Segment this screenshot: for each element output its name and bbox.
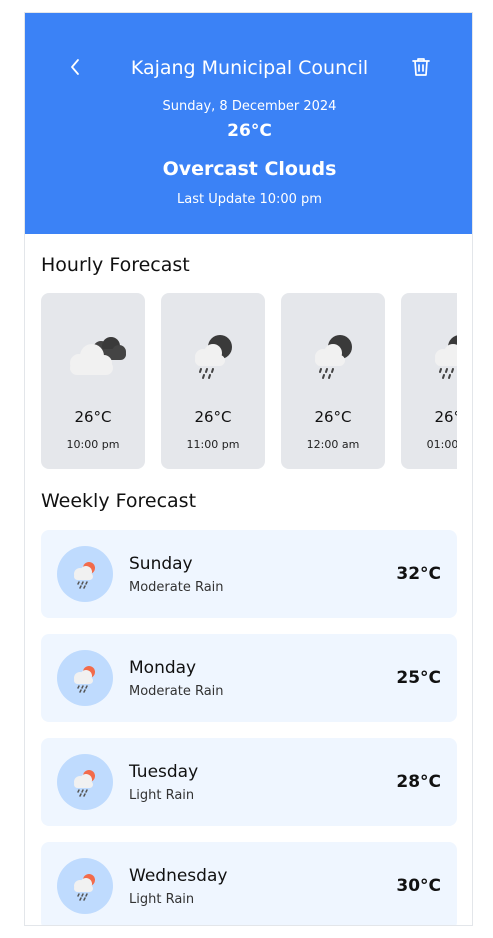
location-title: Kajang Municipal Council <box>130 57 369 79</box>
hourly-item[interactable]: 26°C 11:00 pm <box>161 293 265 469</box>
hourly-temperature: 26°C <box>314 408 352 426</box>
rain-day-icon <box>74 874 95 901</box>
hourly-time: 01:00 am <box>426 438 457 451</box>
day-condition: Light Rain <box>129 788 195 803</box>
day-name: Sunday <box>129 554 193 574</box>
weather-icon-circle <box>57 754 113 810</box>
hourly-temperature: 26°C <box>194 408 232 426</box>
weather-icon-circle <box>57 546 113 602</box>
day-condition: Moderate Rain <box>129 580 224 595</box>
rain-night-icon <box>315 335 352 379</box>
day-name: Wednesday <box>129 866 228 886</box>
rain-night-icon <box>195 335 232 379</box>
day-name: Monday <box>129 658 197 678</box>
day-temperature: 28°C <box>396 772 441 792</box>
rain-night-icon <box>435 335 457 379</box>
current-date: Sunday, 8 December 2024 <box>162 99 337 114</box>
last-update: Last Update 10:00 pm <box>177 192 322 207</box>
day-name: Tuesday <box>129 762 199 782</box>
weekly-item[interactable]: Monday Moderate Rain 25°C <box>41 634 457 722</box>
current-condition: Overcast Clouds <box>162 158 337 180</box>
weather-icon-circle <box>57 650 113 706</box>
overcast-clouds-night-icon <box>70 337 126 375</box>
day-condition: Moderate Rain <box>129 684 224 699</box>
day-temperature: 32°C <box>396 564 441 584</box>
current-temperature: 26°C <box>227 121 272 141</box>
hourly-temperature: 26°C <box>434 408 457 426</box>
day-temperature: 30°C <box>396 876 441 896</box>
delete-button[interactable] <box>409 55 433 79</box>
hourly-time: 10:00 pm <box>66 438 120 451</box>
weather-header: Kajang Municipal Council Sunday, 8 Decem… <box>25 13 472 234</box>
day-condition: Light Rain <box>129 892 195 907</box>
weekly-forecast-title: Weekly Forecast <box>41 490 197 512</box>
rain-day-icon <box>74 666 95 693</box>
weekly-item[interactable]: Wednesday Light Rain 30°C <box>41 842 457 925</box>
weather-icon-circle <box>57 858 113 914</box>
rain-day-icon <box>74 562 95 589</box>
trash-icon <box>412 58 430 76</box>
rain-day-icon <box>74 770 95 797</box>
hourly-temperature: 26°C <box>74 408 112 426</box>
weekly-item[interactable]: Sunday Moderate Rain 32°C <box>41 530 457 618</box>
hourly-item[interactable]: 26°C 12:00 am <box>281 293 385 469</box>
weather-screen: Kajang Municipal Council Sunday, 8 Decem… <box>24 12 473 926</box>
hourly-time: 11:00 pm <box>186 438 240 451</box>
hourly-item[interactable]: 26°C 01:00 am <box>401 293 457 469</box>
hourly-forecast-list[interactable]: 26°C 10:00 pm 26°C 11:00 pm 26°C 12:00 a… <box>41 293 457 469</box>
hourly-item[interactable]: 26°C 10:00 pm <box>41 293 145 469</box>
weekly-item[interactable]: Tuesday Light Rain 28°C <box>41 738 457 826</box>
hourly-forecast-title: Hourly Forecast <box>41 254 190 276</box>
hourly-time: 12:00 am <box>306 438 360 451</box>
day-temperature: 25°C <box>396 668 441 688</box>
